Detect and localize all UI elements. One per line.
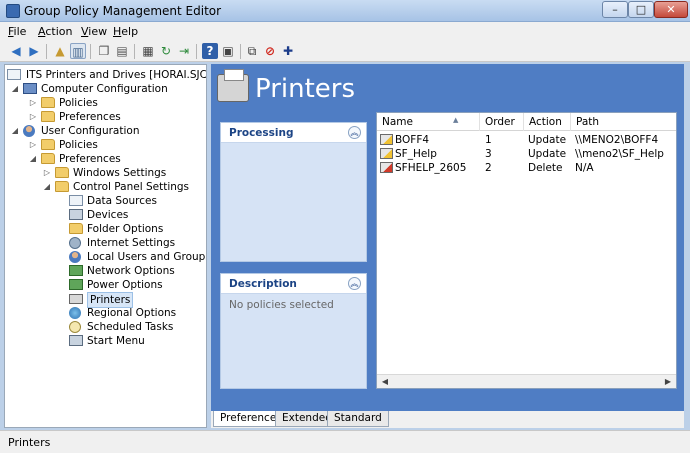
column-order[interactable]: Order — [480, 113, 524, 131]
user-icon — [23, 125, 35, 137]
table-row[interactable]: SFHELP_2605 2 Delete N/A — [377, 161, 676, 175]
scroll-right-icon[interactable]: ▶ — [661, 376, 675, 388]
toolbar-separator — [196, 44, 197, 59]
forward-icon[interactable]: ▶ — [26, 43, 42, 59]
column-action[interactable]: Action — [524, 113, 571, 131]
maximize-button[interactable]: □ — [628, 1, 654, 18]
column-path[interactable]: Path — [571, 113, 676, 131]
view-tabs: Preferences Extended Standard — [211, 411, 684, 428]
app-icon — [6, 4, 20, 18]
help-icon[interactable]: ? — [202, 43, 218, 59]
local-users-icon — [69, 251, 81, 263]
refresh-icon[interactable]: ↻ — [158, 43, 174, 59]
printers-list: Name ▲ Order Action Path BOFF4 1 Update … — [376, 112, 677, 389]
up-folder-icon[interactable]: ▲ — [52, 43, 68, 59]
processing-panel-header: Processing ︽ — [221, 123, 366, 143]
collapse-description-button[interactable]: ︽ — [348, 277, 361, 290]
folder-icon — [55, 181, 69, 192]
menu-help[interactable]: Help — [113, 25, 138, 38]
toolbar-separator — [134, 44, 135, 59]
add-icon[interactable]: ✚ — [280, 43, 296, 59]
internet-settings-icon — [69, 237, 81, 249]
back-icon[interactable]: ◀ — [8, 43, 24, 59]
folder-icon — [41, 97, 55, 108]
collapse-icon[interactable]: ◢ — [11, 124, 19, 138]
status-bar: Printers — [0, 430, 690, 453]
toolbar: ◀ ▶ ▲ ▥ ❐ ▤ ▦ ↻ ⇥ ? ▣ ⧉ ⊘ ✚ — [0, 41, 690, 62]
page-title: Printers — [255, 74, 356, 104]
processing-title: Processing — [229, 127, 294, 139]
globe-icon — [69, 307, 81, 319]
close-button[interactable]: ✕ — [654, 1, 688, 18]
toolbar-separator — [240, 44, 241, 59]
collapse-icon[interactable]: ◢ — [29, 152, 37, 166]
scroll-left-icon[interactable]: ◀ — [378, 376, 392, 388]
description-panel-header: Description ︽ — [221, 274, 366, 294]
table-row[interactable]: SF_Help 3 Update \\meno2\SF_Help — [377, 147, 676, 161]
window-title: Group Policy Management Editor — [24, 4, 222, 18]
list-header: Name ▲ Order Action Path — [377, 113, 676, 131]
description-panel: Description ︽ No policies selected — [220, 273, 367, 389]
folder-icon — [41, 111, 55, 122]
minimize-button[interactable]: – — [602, 1, 628, 18]
folder-icon — [41, 153, 55, 164]
properties-icon[interactable]: ▦ — [140, 43, 156, 59]
menu-view[interactable]: View — [81, 25, 107, 38]
folder-icon — [41, 139, 55, 150]
processing-panel: Processing ︽ — [220, 122, 367, 262]
expand-icon[interactable]: ▷ — [29, 96, 37, 110]
collapse-processing-button[interactable]: ︽ — [348, 126, 361, 139]
description-text: No policies selected — [229, 299, 334, 311]
collapse-icon[interactable]: ◢ — [43, 180, 51, 194]
start-menu-icon — [69, 335, 83, 346]
status-text: Printers — [8, 436, 51, 449]
menu-file[interactable]: File — [8, 25, 26, 38]
copy-icon[interactable]: ❐ — [96, 43, 112, 59]
data-sources-icon — [69, 195, 83, 206]
folder-icon — [55, 167, 69, 178]
devices-icon — [69, 209, 83, 220]
filter-icon[interactable]: ⧉ — [244, 43, 260, 59]
horizontal-scrollbar[interactable]: ◀ ▶ — [377, 374, 676, 388]
export-list-icon[interactable]: ⇥ — [176, 43, 192, 59]
network-options-icon — [69, 265, 83, 276]
toolbar-separator — [90, 44, 91, 59]
expand-icon[interactable]: ▷ — [43, 166, 51, 180]
collapse-icon[interactable]: ◢ — [11, 82, 19, 96]
expand-icon[interactable]: ▷ — [29, 138, 37, 152]
folder-options-icon — [69, 223, 83, 234]
printer-update-icon — [380, 148, 393, 159]
printer-icon — [69, 294, 83, 304]
toolbar-separator — [46, 44, 47, 59]
expand-icon[interactable]: ▷ — [29, 110, 37, 124]
title-bar: Group Policy Management Editor – □ ✕ — [0, 0, 690, 22]
computer-icon — [23, 83, 37, 94]
printer-delete-icon — [380, 162, 393, 173]
table-row[interactable]: BOFF4 1 Update \\MENO2\BOFF4 — [377, 133, 676, 147]
stop-icon[interactable]: ⊘ — [262, 43, 278, 59]
column-name[interactable]: Name ▲ — [377, 113, 480, 131]
description-title: Description — [229, 278, 297, 290]
power-options-icon — [69, 279, 83, 290]
menu-bar: File Action View Help — [0, 22, 690, 41]
clock-icon — [69, 321, 81, 333]
console-tree: ITS Printers and Drives [HORAI.SJCSF.SJC… — [4, 64, 207, 428]
show-hide-tree-icon[interactable]: ▥ — [70, 43, 86, 59]
details-pane: Printers Processing ︽ Description ︽ No p… — [211, 64, 684, 411]
menu-action[interactable]: Action — [38, 25, 72, 38]
tab-standard[interactable]: Standard — [327, 411, 389, 427]
printer-update-icon — [380, 134, 393, 145]
printer-header-icon — [217, 69, 249, 102]
gpo-icon — [7, 69, 21, 80]
sort-ascending-icon: ▲ — [453, 116, 459, 124]
console-icon[interactable]: ▣ — [220, 43, 236, 59]
paste-icon[interactable]: ▤ — [114, 43, 130, 59]
